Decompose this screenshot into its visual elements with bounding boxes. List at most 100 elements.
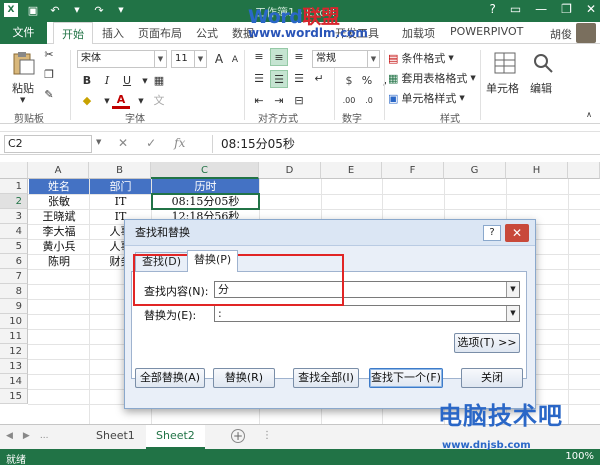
align-middle-icon[interactable]: ≡ (270, 48, 288, 66)
sheet-scroll-more-icon[interactable]: ⋮ (262, 430, 272, 441)
format-as-table-button[interactable]: ▦ 套用表格格式 ▼ (388, 70, 476, 86)
editing-icon[interactable] (530, 50, 556, 76)
paste-button[interactable]: 粘贴 (12, 80, 34, 96)
align-bottom-icon[interactable]: ≡ (290, 48, 308, 66)
phonetic-icon[interactable]: 文 (150, 92, 168, 110)
zoom-level[interactable]: 100% (565, 451, 594, 462)
align-right-icon[interactable]: ☰ (290, 70, 308, 88)
add-sheet-button[interactable]: + (231, 429, 245, 443)
ribbon-display-icon[interactable]: ▭ (510, 2, 521, 16)
options-button[interactable]: 选项(T) >> (454, 333, 520, 353)
align-center-icon[interactable]: ☰ (270, 70, 288, 88)
tab-powerpivot[interactable]: POWERPIVOT (450, 25, 523, 38)
undo-icon[interactable]: ↶ (48, 3, 62, 17)
more-sheets-icon[interactable]: ... (40, 431, 49, 441)
cells-icon[interactable] (492, 50, 518, 76)
insert-function-icon[interactable]: fx (174, 136, 185, 150)
previous-sheet-icon[interactable]: ◀ (6, 431, 13, 441)
table-header-cell[interactable]: 历时 (152, 179, 259, 194)
row-header[interactable]: 9 (0, 299, 28, 314)
row-header[interactable]: 4 (0, 224, 28, 239)
tab-addins[interactable]: 加载项 (402, 25, 435, 41)
font-size-select[interactable]: 11 ▼ (171, 50, 207, 68)
help-button[interactable]: ? (483, 225, 501, 241)
column-header[interactable]: G (444, 162, 506, 179)
tab-page-layout[interactable]: 页面布局 (138, 25, 182, 41)
sheet-tab[interactable]: Sheet1 (86, 425, 145, 449)
row-header[interactable]: 13 (0, 359, 28, 374)
row-header[interactable]: 15 (0, 389, 28, 404)
column-header[interactable] (568, 162, 600, 179)
dialog-close-button[interactable]: ✕ (505, 224, 529, 242)
row-header[interactable]: 1 (0, 179, 28, 194)
conditional-format-button[interactable]: ▤ 条件格式 ▼ (388, 50, 454, 66)
align-left-icon[interactable]: ☰ (250, 70, 268, 88)
cell-styles-button[interactable]: ▣ 单元格样式 ▼ (388, 90, 465, 106)
row-header[interactable]: 10 (0, 314, 28, 329)
collapse-ribbon-icon[interactable]: ∧ (580, 106, 598, 124)
customize-qat-icon[interactable]: ▼ (114, 3, 128, 17)
column-header[interactable]: A (28, 162, 89, 179)
row-header[interactable]: 6 (0, 254, 28, 269)
replace-all-button[interactable]: 全部替换(A) (135, 368, 205, 388)
editing-button[interactable]: 编辑 (530, 80, 552, 96)
cells-button[interactable]: 单元格 (486, 80, 519, 96)
column-header[interactable]: H (506, 162, 568, 179)
sheet-tab-active[interactable]: Sheet2 (146, 425, 205, 449)
help-icon[interactable]: ? (489, 2, 495, 16)
table-cell[interactable]: 张敏 (29, 194, 89, 209)
column-header[interactable]: B (89, 162, 151, 179)
increase-decimal-button[interactable]: .00 (340, 92, 358, 110)
column-header[interactable]: F (382, 162, 444, 179)
tab-file[interactable]: 文件 (0, 22, 47, 44)
find-all-button[interactable]: 查找全部(I) (293, 368, 359, 388)
merge-center-icon[interactable]: ⊟ (290, 92, 308, 110)
close-button[interactable]: ✕ (586, 2, 596, 16)
redo-icon[interactable]: ↷ (92, 3, 106, 17)
user-name[interactable]: 胡俊 (550, 26, 572, 42)
restore-button[interactable]: ❐ (561, 2, 572, 16)
tab-formulas[interactable]: 公式 (196, 25, 218, 41)
row-header[interactable]: 2 (0, 194, 28, 209)
close-button[interactable]: 关闭 (461, 368, 523, 388)
enter-icon[interactable]: ✓ (146, 136, 156, 150)
accounting-icon[interactable]: $ (340, 72, 358, 90)
chevron-down-icon[interactable]: ▼ (506, 282, 519, 297)
underline-button[interactable]: U (118, 72, 136, 90)
table-cell[interactable]: 黄小兵 (29, 239, 89, 254)
fill-color-icon[interactable]: ◆ (78, 92, 96, 110)
minimize-button[interactable]: — (535, 2, 547, 16)
name-box[interactable]: C2 (4, 135, 92, 153)
column-header[interactable]: C (151, 162, 259, 179)
table-header-cell[interactable]: 部门 (90, 179, 151, 194)
decrease-decimal-button[interactable]: .0 (360, 92, 378, 110)
font-color-dropdown-icon[interactable]: ▼ (132, 92, 150, 110)
paste-dropdown-icon[interactable]: ▼ (20, 96, 25, 104)
bold-button[interactable]: B (78, 72, 96, 90)
table-cell[interactable]: 王晓斌 (29, 209, 89, 224)
save-icon[interactable]: ▣ (26, 3, 40, 17)
table-cell[interactable]: IT (90, 194, 151, 209)
align-top-icon[interactable]: ≡ (250, 48, 268, 66)
table-cell[interactable]: 陈明 (29, 254, 89, 269)
undo-dropdown-icon[interactable]: ▼ (70, 3, 84, 17)
tab-home[interactable]: 开始 (53, 22, 93, 45)
copy-icon[interactable]: ❐ (40, 66, 58, 84)
row-header[interactable]: 5 (0, 239, 28, 254)
formula-input[interactable]: 08:15分05秒 (212, 135, 596, 153)
row-header[interactable]: 12 (0, 344, 28, 359)
font-color-icon[interactable]: A (112, 92, 130, 109)
decrease-indent-icon[interactable]: ⇤ (250, 92, 268, 110)
tab-replace[interactable]: 替换(P) (187, 250, 239, 272)
row-header[interactable]: 3 (0, 209, 28, 224)
table-header-cell[interactable]: 姓名 (29, 179, 89, 194)
chevron-down-icon[interactable]: ▼ (506, 306, 519, 321)
cancel-icon[interactable]: ✕ (118, 136, 128, 150)
italic-button[interactable]: I (98, 72, 116, 90)
tab-insert[interactable]: 插入 (102, 25, 124, 41)
percent-button[interactable]: % (358, 72, 376, 90)
format-painter-icon[interactable]: ✎ (40, 86, 58, 104)
row-header[interactable]: 7 (0, 269, 28, 284)
paste-icon[interactable] (10, 50, 36, 76)
next-sheet-icon[interactable]: ▶ (23, 431, 30, 441)
